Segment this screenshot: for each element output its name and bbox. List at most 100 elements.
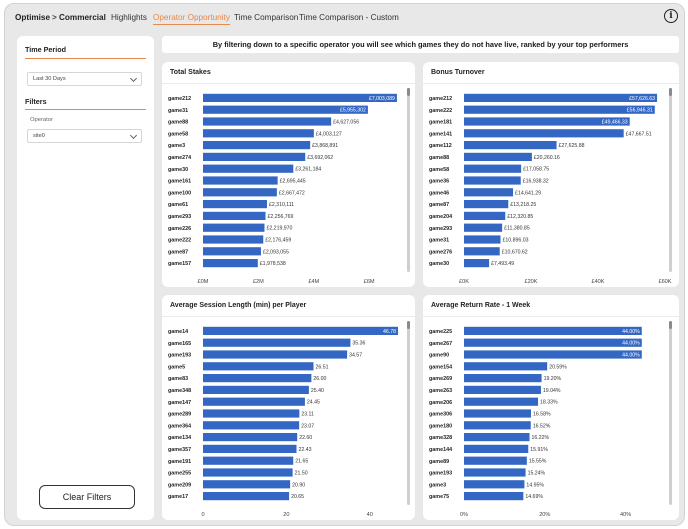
data-label: £49,466.33 [602, 120, 628, 126]
scrollbar[interactable] [669, 88, 672, 272]
data-label: 15.24% [528, 471, 546, 477]
bar [203, 421, 300, 430]
data-label: £47,667.51 [626, 131, 652, 137]
data-label: 15.91% [530, 447, 548, 453]
x-tick-label: £60K [658, 279, 671, 285]
category-label: game3 [429, 482, 446, 488]
category-label: game348 [168, 388, 191, 394]
scrollbar-thumb[interactable] [669, 88, 672, 96]
category-label: game191 [168, 459, 191, 465]
category-label: game88 [429, 155, 449, 161]
data-label: £3,868,891 [312, 143, 338, 149]
data-label: 25.40 [311, 388, 324, 394]
category-label: game204 [429, 214, 452, 220]
info-icon[interactable]: i [664, 9, 678, 23]
data-label: £2,093,055 [263, 249, 289, 255]
tab-time-comparison[interactable]: Time Comparison [234, 13, 298, 22]
category-label: game75 [429, 494, 449, 500]
time-period-value: Last 30 Days [33, 76, 66, 82]
data-label: £17,058.75 [523, 167, 549, 173]
bar [464, 374, 542, 383]
nav-optimise[interactable]: Optimise [15, 13, 50, 22]
top-navigation: Optimise > Commercial Highlights Operato… [5, 4, 684, 28]
category-label: game88 [168, 120, 188, 126]
bar [464, 362, 548, 371]
bar [464, 492, 524, 501]
data-label: 35.36 [352, 341, 365, 347]
data-label: £20,260.16 [534, 155, 560, 161]
scrollbar-thumb[interactable] [407, 88, 410, 96]
data-label: £27,625.88 [559, 143, 585, 149]
bar [203, 200, 267, 209]
divider [25, 58, 146, 59]
category-label: game161 [168, 179, 191, 185]
data-label: 34.57 [349, 353, 362, 359]
bar [203, 247, 261, 256]
category-label: game255 [168, 471, 191, 477]
category-label: game364 [168, 423, 191, 429]
data-label: £57,626.63 [629, 96, 655, 102]
bar [203, 211, 266, 220]
category-label: game328 [429, 435, 452, 441]
scrollbar-thumb[interactable] [407, 321, 410, 329]
data-label: 20.65 [291, 494, 304, 500]
operator-select[interactable]: site0 [27, 129, 142, 143]
x-tick-label: 0% [460, 512, 468, 518]
x-tick-label: £0M [198, 279, 209, 285]
category-label: game274 [168, 155, 191, 161]
bar [203, 350, 348, 359]
bar [464, 93, 658, 102]
category-label: game30 [168, 167, 188, 173]
scrollbar-thumb[interactable] [669, 321, 672, 329]
category-label: game87 [429, 202, 449, 208]
data-label: 18.33% [540, 400, 558, 406]
category-label: game3 [168, 143, 185, 149]
category-label: game144 [429, 447, 452, 453]
session-length-card: Average Session Length (min) per Player … [162, 295, 415, 520]
nav-commercial[interactable]: Commercial [59, 13, 106, 22]
data-label: 44.00% [622, 353, 640, 359]
bar [464, 350, 642, 359]
x-tick-label: £20K [524, 279, 537, 285]
bar [464, 259, 490, 268]
category-label: game30 [429, 261, 449, 267]
category-label: game31 [168, 108, 188, 114]
category-label: game263 [429, 388, 452, 394]
bar [203, 468, 293, 477]
data-label: £3,261,184 [295, 167, 321, 173]
bar [464, 468, 526, 477]
filters-heading: Filters [25, 97, 47, 106]
bar [464, 247, 500, 256]
clear-filters-button[interactable]: Clear Filters [39, 485, 135, 509]
scrollbar[interactable] [669, 321, 672, 505]
scrollbar[interactable] [407, 88, 410, 272]
category-label: game181 [429, 120, 452, 126]
bar [464, 385, 541, 394]
category-label: game154 [429, 364, 452, 370]
filter-sidebar: Time Period Last 30 Days Filters Operato… [17, 36, 154, 520]
bar [203, 223, 265, 232]
category-label: game276 [429, 249, 452, 255]
data-label: 16.58% [533, 412, 551, 418]
x-tick-label: £2M [253, 279, 264, 285]
data-label: 14.69% [525, 494, 543, 500]
bar [203, 362, 314, 371]
category-label: game269 [429, 376, 452, 382]
time-period-heading: Time Period [25, 45, 67, 54]
x-tick-label: 20 [283, 512, 289, 518]
category-label: game306 [429, 412, 452, 418]
time-period-select[interactable]: Last 30 Days [27, 72, 142, 86]
bar [464, 480, 525, 489]
data-label: 16.22% [532, 435, 550, 441]
data-label: £2,310,111 [269, 202, 294, 208]
return-rate-chart: game225 44.00% game267 44.00% game90 44.00% ga… [429, 326, 642, 518]
category-label: game212 [168, 96, 191, 102]
scrollbar[interactable] [407, 321, 410, 505]
tab-highlights[interactable]: Highlights [111, 13, 147, 22]
data-label: £10,896.03 [503, 238, 529, 244]
bar [203, 374, 312, 383]
tab-operator-opportunity[interactable]: Operator Opportunity [153, 13, 230, 25]
category-label: game225 [429, 329, 452, 335]
category-label: game100 [168, 190, 191, 196]
tab-time-comparison-custom[interactable]: Time Comparison - Custom [299, 13, 399, 22]
